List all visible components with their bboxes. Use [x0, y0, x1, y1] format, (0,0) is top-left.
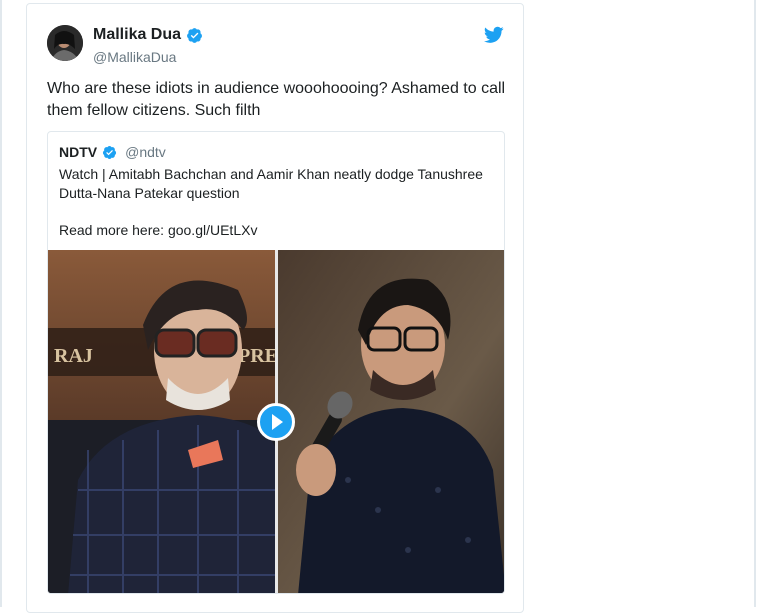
play-button[interactable] [257, 403, 295, 441]
author-name[interactable]: Mallika Dua [93, 26, 203, 44]
quoted-tweet[interactable]: NDTV @ndtv Watch | Amitabh Bachchan and … [47, 131, 505, 594]
page-border-right [754, 0, 756, 607]
poster-text-left: RAJ [54, 345, 93, 367]
quoted-author-handle[interactable]: @ndtv [125, 144, 166, 160]
author-name-text[interactable]: Mallika Dua [93, 26, 181, 44]
quoted-author-name[interactable]: NDTV [59, 144, 97, 160]
tweet-text: Who are these idiots in audience wooohoo… [47, 80, 506, 119]
avatar[interactable] [47, 25, 83, 61]
play-icon [272, 414, 283, 430]
quoted-tweet-link[interactable]: Read more here: goo.gl/UEtLXv [59, 222, 257, 238]
page-border-left [0, 0, 2, 607]
twitter-bird-icon[interactable] [484, 26, 504, 44]
embedded-tweet[interactable]: Mallika Dua @MallikaDua Who are these id… [26, 3, 524, 613]
video-thumbnail[interactable]: RAJ PRESE [48, 250, 504, 593]
verified-badge-icon [187, 27, 202, 43]
quoted-tweet-header: NDTV @ndtv [59, 144, 166, 160]
verified-badge-icon [103, 145, 117, 159]
quoted-tweet-text: Watch | Amitabh Bachchan and Aamir Khan … [59, 166, 483, 201]
avatar-image [47, 25, 83, 61]
author-handle[interactable]: @MallikaDua [93, 49, 176, 65]
